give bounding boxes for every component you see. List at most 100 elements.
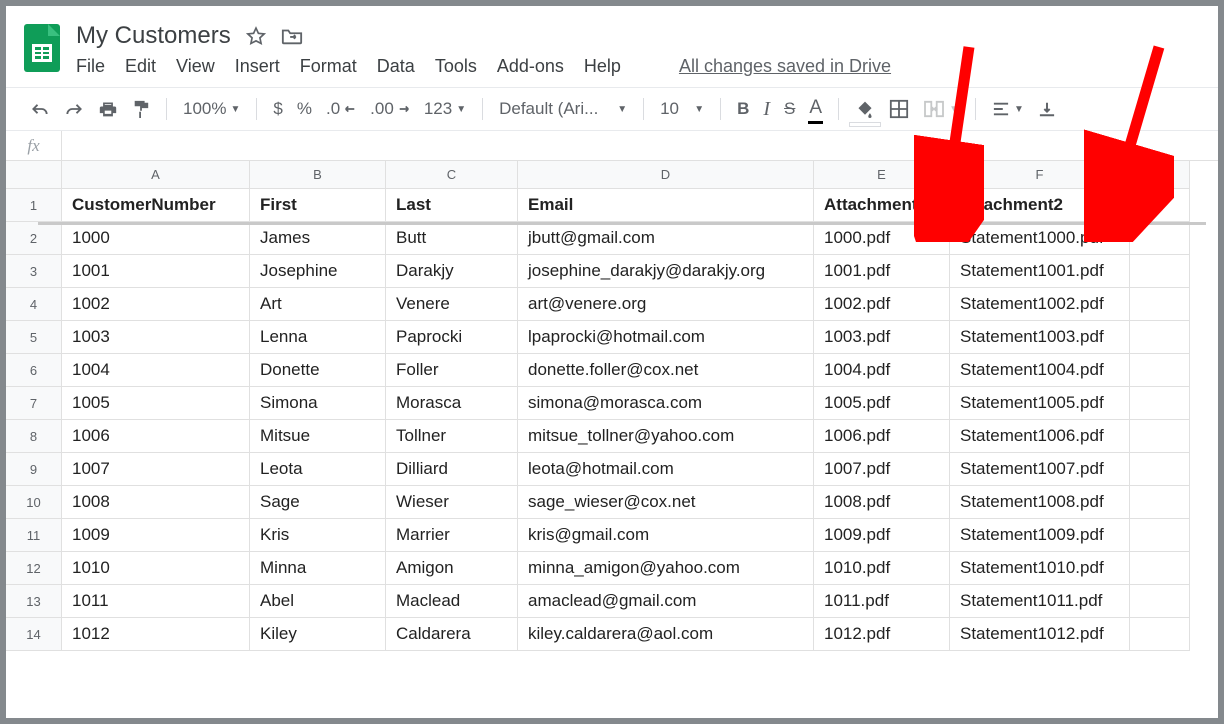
cell-extra6[interactable] [1130,354,1190,387]
cell-B14[interactable]: Kiley [250,618,386,651]
star-icon[interactable] [245,25,267,47]
cell-E10[interactable]: 1008.pdf [814,486,950,519]
cell-B10[interactable]: Sage [250,486,386,519]
cell-F9[interactable]: Statement1007.pdf [950,453,1130,486]
row-header-13[interactable]: 13 [6,585,62,618]
menu-data[interactable]: Data [377,56,415,77]
cell-B4[interactable]: Art [250,288,386,321]
column-header-E[interactable]: E [814,161,950,189]
cell-F14[interactable]: Statement1012.pdf [950,618,1130,651]
cell-extra2[interactable] [1130,222,1190,255]
cell-F11[interactable]: Statement1009.pdf [950,519,1130,552]
row-header-9[interactable]: 9 [6,453,62,486]
cell-C2[interactable]: Butt [386,222,518,255]
cell-extra11[interactable] [1130,519,1190,552]
cell-F6[interactable]: Statement1004.pdf [950,354,1130,387]
cell-extra5[interactable] [1130,321,1190,354]
menu-insert[interactable]: Insert [235,56,280,77]
cell-A13[interactable]: 1011 [62,585,250,618]
row-header-4[interactable]: 4 [6,288,62,321]
cell-A9[interactable]: 1007 [62,453,250,486]
column-header-D[interactable]: D [518,161,814,189]
cell-A6[interactable]: 1004 [62,354,250,387]
cell-D5[interactable]: lpaprocki@hotmail.com [518,321,814,354]
cell-C4[interactable]: Venere [386,288,518,321]
menu-edit[interactable]: Edit [125,56,156,77]
cell-A11[interactable]: 1009 [62,519,250,552]
column-header-B[interactable]: B [250,161,386,189]
cell-F13[interactable]: Statement1011.pdf [950,585,1130,618]
row-header-6[interactable]: 6 [6,354,62,387]
cell-C5[interactable]: Paprocki [386,321,518,354]
cell-B6[interactable]: Donette [250,354,386,387]
cell-F2[interactable]: Statement1000.pdf [950,222,1130,255]
cell-extra7[interactable] [1130,387,1190,420]
cell-D6[interactable]: donette.foller@cox.net [518,354,814,387]
cell-D9[interactable]: leota@hotmail.com [518,453,814,486]
paint-format-icon[interactable] [126,95,156,123]
select-all-corner[interactable] [6,161,62,189]
cell-B13[interactable]: Abel [250,585,386,618]
row-header-2[interactable]: 2 [6,222,62,255]
cell-D12[interactable]: minna_amigon@yahoo.com [518,552,814,585]
row-header-7[interactable]: 7 [6,387,62,420]
cell-F10[interactable]: Statement1008.pdf [950,486,1130,519]
redo-icon[interactable] [58,95,90,123]
sheets-logo-icon[interactable] [24,24,60,72]
currency-format-button[interactable]: $ [267,95,288,123]
zoom-select[interactable]: 100%▼ [177,95,246,123]
cell-C14[interactable]: Caldarera [386,618,518,651]
cell-C11[interactable]: Marrier [386,519,518,552]
cell-header-C[interactable]: Last [386,189,518,222]
cell-header-A[interactable]: CustomerNumber [62,189,250,222]
column-header-F[interactable]: F [950,161,1130,189]
cell-A5[interactable]: 1003 [62,321,250,354]
cell-F8[interactable]: Statement1006.pdf [950,420,1130,453]
cell-C10[interactable]: Wieser [386,486,518,519]
cell-header-E[interactable]: Attachment1 [814,189,950,222]
menu-view[interactable]: View [176,56,215,77]
cell-B12[interactable]: Minna [250,552,386,585]
cell-C6[interactable]: Foller [386,354,518,387]
bold-button[interactable]: B [731,95,755,123]
cell-A14[interactable]: 1012 [62,618,250,651]
menu-format[interactable]: Format [300,56,357,77]
cell-B11[interactable]: Kris [250,519,386,552]
cell-extra9[interactable] [1130,453,1190,486]
font-size-select[interactable]: 10▼ [654,95,710,123]
cell-C13[interactable]: Maclead [386,585,518,618]
cell-D4[interactable]: art@venere.org [518,288,814,321]
cell-A3[interactable]: 1001 [62,255,250,288]
cell-E12[interactable]: 1010.pdf [814,552,950,585]
cell-extra4[interactable] [1130,288,1190,321]
cell-E6[interactable]: 1004.pdf [814,354,950,387]
strikethrough-button[interactable]: S [778,95,801,123]
vertical-align-button[interactable] [1032,95,1062,123]
document-title[interactable]: My Customers [76,22,231,50]
cell-E3[interactable]: 1001.pdf [814,255,950,288]
cell-extra3[interactable] [1130,255,1190,288]
cell-B9[interactable]: Leota [250,453,386,486]
cell-C3[interactable]: Darakjy [386,255,518,288]
cell-D11[interactable]: kris@gmail.com [518,519,814,552]
cell-F7[interactable]: Statement1005.pdf [950,387,1130,420]
row-header-3[interactable]: 3 [6,255,62,288]
menu-tools[interactable]: Tools [435,56,477,77]
cell-E8[interactable]: 1006.pdf [814,420,950,453]
cell-E7[interactable]: 1005.pdf [814,387,950,420]
cell-extra10[interactable] [1130,486,1190,519]
cell-B7[interactable]: Simona [250,387,386,420]
menu-file[interactable]: File [76,56,105,77]
cell-A7[interactable]: 1005 [62,387,250,420]
cell-F3[interactable]: Statement1001.pdf [950,255,1130,288]
cell-D3[interactable]: josephine_darakjy@darakjy.org [518,255,814,288]
cell-extra14[interactable] [1130,618,1190,651]
cell-A2[interactable]: 1000 [62,222,250,255]
cell-D2[interactable]: jbutt@gmail.com [518,222,814,255]
cell-header-B[interactable]: First [250,189,386,222]
row-header-12[interactable]: 12 [6,552,62,585]
cell-B2[interactable]: James [250,222,386,255]
cell-B8[interactable]: Mitsue [250,420,386,453]
cell-F4[interactable]: Statement1002.pdf [950,288,1130,321]
cell-header-D[interactable]: Email [518,189,814,222]
